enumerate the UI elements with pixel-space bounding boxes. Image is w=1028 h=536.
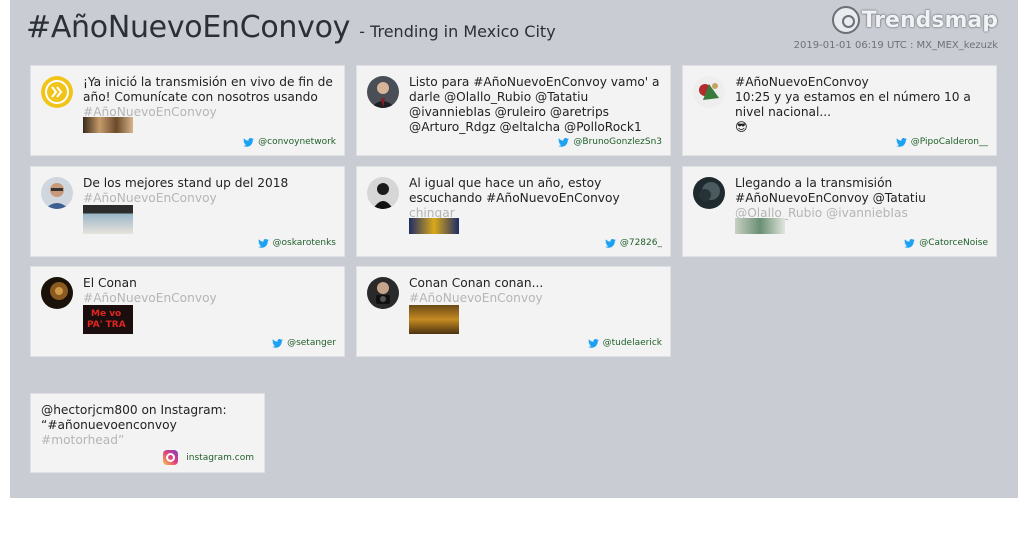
page-title: #AñoNuevoEnConvoy - Trending in Mexico C… [26,10,556,45]
twitter-bird-icon [272,338,283,348]
tweet-text: De los mejores stand up del 2018 #AñoNue… [83,176,289,205]
twitter-bird-icon [243,137,255,147]
twitter-bird-icon [587,338,599,348]
tweet-author-link[interactable]: @convoynetwork [243,137,336,147]
tweet-card[interactable]: Conan Conan conan... #AñoNuevoEnConvoy @… [356,266,671,357]
user-avatar[interactable] [367,177,399,209]
tweet-media-thumbnail[interactable] [409,305,459,334]
twitter-bird-icon [257,238,269,248]
user-avatar[interactable] [367,277,399,309]
magnifier-globe-icon [831,6,860,34]
tweet-author-link[interactable]: @setanger [272,338,336,348]
twitter-bird-icon [558,137,570,147]
tweet-media-thumbnail[interactable] [735,218,785,234]
tweet-card[interactable]: #AñoNuevoEnConvoy 10:25 y ya estamos en … [682,65,997,156]
twitter-bird-icon [904,238,916,248]
hashtag-title[interactable]: #AñoNuevoEnConvoy [26,10,350,45]
tweet-text: Conan Conan conan... #AñoNuevoEnConvoy [409,276,544,305]
trendsmap-logo[interactable]: Trendsmap [831,6,998,34]
tweet-text: El Conan #AñoNuevoEnConvoy [83,276,217,305]
trend-location: - Trending in Mexico City [359,22,556,41]
convoy-logo-avatar[interactable] [41,76,73,108]
tweet-text: Al igual que hace un año, estoy escuchan… [409,176,620,220]
svg-text:Me vo: Me vo [91,309,121,319]
brand-name: Trendsmap [861,7,998,33]
tweet-text: ¡Ya inició la transmisión en vivo de fin… [83,75,333,119]
tweet-author-link[interactable]: @72826_ [604,238,662,248]
instagram-text: @hectorjcm800 on Instagram: “#añonuevoen… [41,403,227,447]
instagram-card[interactable]: @hectorjcm800 on Instagram: “#añonuevoen… [30,393,265,473]
tweet-author-link[interactable]: @CatorceNoise [904,238,988,248]
user-avatar[interactable] [693,76,725,108]
instagram-icon [163,450,179,465]
tweet-card[interactable]: El Conan #AñoNuevoEnConvoy Me vo PA' TRA … [30,266,345,357]
user-avatar[interactable] [367,76,399,108]
instagram-source-link[interactable]: instagram.com [163,450,254,465]
tweet-card[interactable]: Llegando a la transmisión #AñoNuevoEnCon… [682,166,997,257]
twitter-bird-icon [895,137,907,147]
tweet-author-link[interactable]: @tudelaerick [587,338,662,348]
tweet-card[interactable]: Listo para #AñoNuevoEnConvoy vamo' a dar… [356,65,671,156]
tweet-author-link[interactable]: @PipoCalderon__ [895,137,988,147]
tweet-author-link[interactable]: @BrunoGonzlezSn3 [558,137,662,147]
tweet-media-thumbnail[interactable] [83,117,133,133]
tweet-card[interactable]: ¡Ya inició la transmisión en vivo de fin… [30,65,345,156]
user-avatar[interactable] [41,277,73,309]
tweet-media-thumbnail[interactable] [409,218,459,234]
user-avatar[interactable] [41,177,73,209]
tweet-author-link[interactable]: @oskarotenks [257,238,336,248]
user-avatar[interactable] [693,177,725,209]
tweet-media-thumbnail[interactable]: Me vo PA' TRA [83,305,133,334]
tweet-card[interactable]: Al igual que hace un año, estoy escuchan… [356,166,671,257]
tweet-text: Listo para #AñoNuevoEnConvoy vamo' a dar… [409,75,660,134]
svg-text:PA' TRA: PA' TRA [87,320,126,330]
tweet-text: #AñoNuevoEnConvoy 10:25 y ya estamos en … [735,75,971,134]
timestamp-location: 2019-01-01 06:19 UTC : MX_MEX_kezuzk [793,40,998,51]
tweet-media-thumbnail[interactable] [83,205,133,234]
twitter-bird-icon [604,238,616,248]
tweet-card[interactable]: De los mejores stand up del 2018 #AñoNue… [30,166,345,257]
tweet-text: Llegando a la transmisión #AñoNuevoEnCon… [735,176,926,220]
